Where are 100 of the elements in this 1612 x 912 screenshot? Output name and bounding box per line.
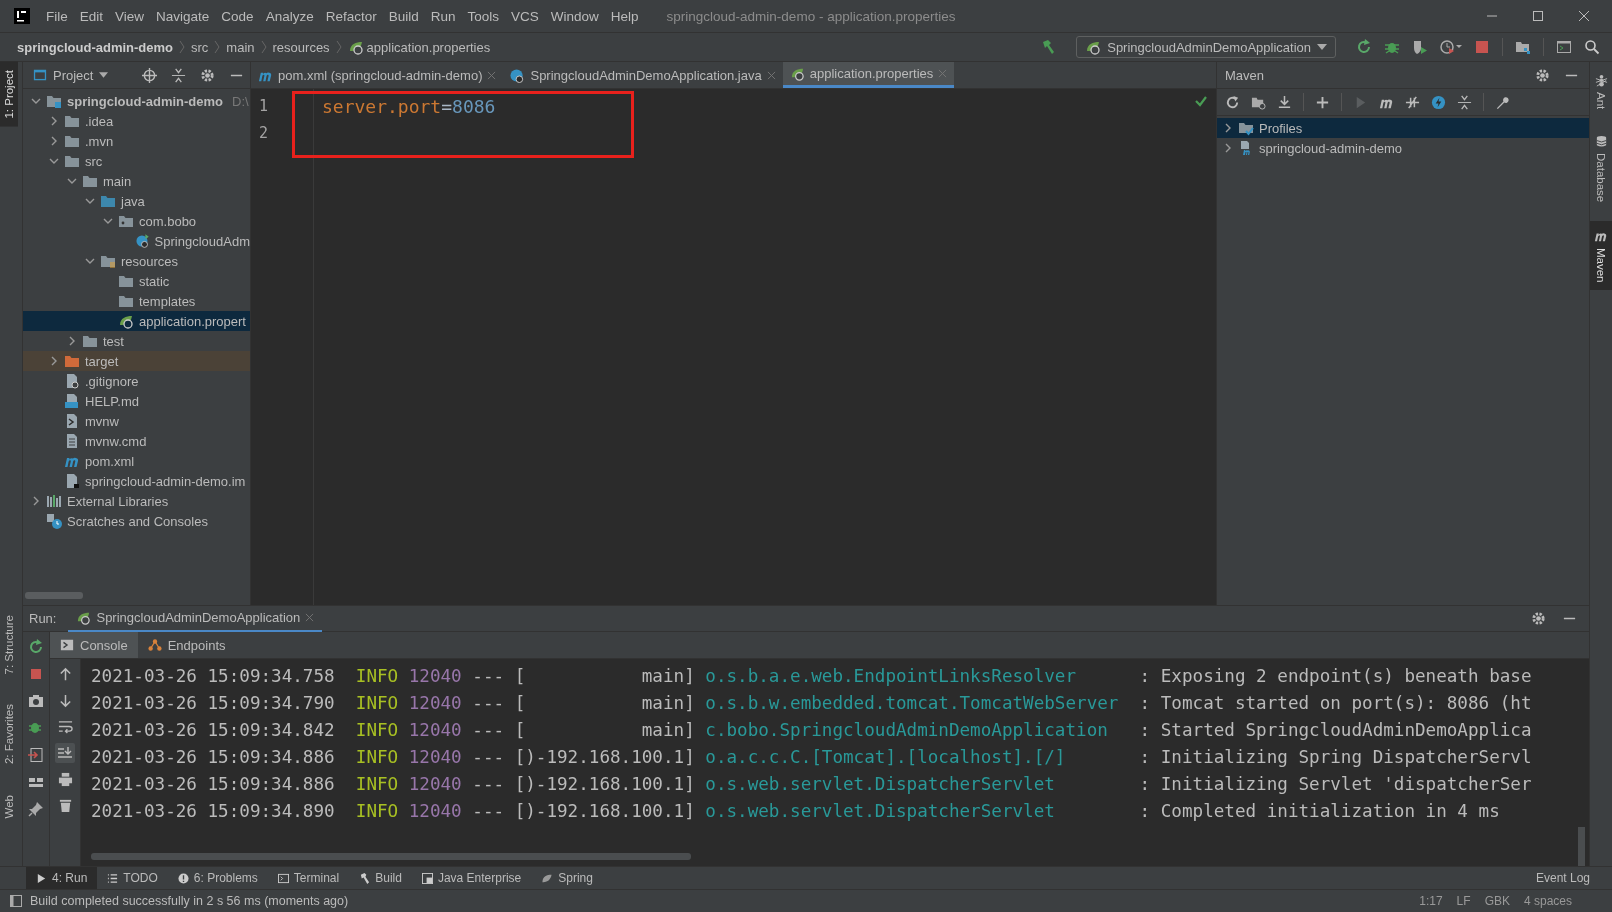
menu-item[interactable]: File <box>40 8 74 24</box>
tool-window-button[interactable]: Java Enterprise <box>411 867 532 889</box>
maximize-icon[interactable] <box>1532 10 1544 22</box>
line-separator[interactable]: LF <box>1456 894 1471 908</box>
stop-icon[interactable] <box>28 666 44 682</box>
profiler-icon[interactable] <box>1440 39 1462 55</box>
tree-item[interactable]: springcloud-admin-demo <box>1217 138 1589 158</box>
terminal-window-icon[interactable] <box>1556 39 1572 55</box>
soft-wrap-icon[interactable] <box>57 719 73 734</box>
shield-play-icon[interactable] <box>1412 39 1428 55</box>
tree-item[interactable]: com.bobo <box>23 211 250 231</box>
tree-item[interactable]: HELP.md <box>23 391 250 411</box>
scrollbar[interactable] <box>91 853 691 860</box>
expanded-chevron-icon[interactable] <box>49 156 59 166</box>
tree-item[interactable]: main <box>23 171 250 191</box>
menu-item[interactable]: Refactor <box>319 8 383 24</box>
expanded-chevron-icon[interactable] <box>31 96 41 106</box>
settings-icon[interactable] <box>1535 67 1550 83</box>
breadcrumb-item[interactable]: resources <box>267 39 335 55</box>
menu-item[interactable]: Window <box>544 8 605 24</box>
crosshair-icon[interactable] <box>142 67 157 83</box>
tool-window-button[interactable]: 6: Problems <box>167 867 268 889</box>
tool-window-button[interactable]: Spring <box>531 867 603 889</box>
expanded-chevron-icon[interactable] <box>85 196 95 206</box>
console-tab[interactable]: Console <box>50 632 138 658</box>
tool-window-button[interactable]: Terminal <box>267 867 350 889</box>
tree-item[interactable]: src <box>23 151 250 171</box>
tree-item[interactable]: Profiles <box>1217 118 1589 138</box>
tool-window-tab[interactable]: Database <box>1590 127 1612 211</box>
event-log-button[interactable]: Event Log <box>1535 871 1612 885</box>
bug-icon[interactable] <box>28 720 44 736</box>
tree-item[interactable]: .idea <box>23 111 250 131</box>
menu-item[interactable]: Code <box>215 8 260 24</box>
editor-tab[interactable]: application.properties <box>782 62 955 88</box>
scroll-to-end-icon[interactable] <box>55 743 75 763</box>
tool-window-tab[interactable]: Ant <box>1590 66 1612 118</box>
toggle-offline-icon[interactable] <box>1405 94 1420 110</box>
tree-item[interactable]: templates <box>23 291 250 311</box>
menu-item[interactable]: Help <box>604 8 645 24</box>
tree-item[interactable]: java <box>23 191 250 211</box>
tree-item[interactable]: SpringcloudAdm <box>23 231 250 251</box>
menu-item[interactable]: Tools <box>461 8 505 24</box>
breadcrumb-item[interactable]: main <box>221 39 260 55</box>
collapsed-chevron-icon[interactable] <box>67 336 77 346</box>
tool-window-tab[interactable]: 2: Favorites <box>0 696 22 773</box>
scrollbar[interactable] <box>25 592 83 599</box>
collapse-all-icon[interactable] <box>171 67 186 83</box>
exit-icon[interactable] <box>28 747 44 763</box>
plus-icon[interactable] <box>1315 94 1330 110</box>
tree-item[interactable]: application.propert <box>23 311 250 331</box>
menu-item[interactable]: View <box>109 8 151 24</box>
tree-item[interactable]: mvnw.cmd <box>23 431 250 451</box>
tree-item[interactable]: .gitignore <box>23 371 250 391</box>
refresh-icon[interactable] <box>1225 94 1240 110</box>
run-configuration-dropdown[interactable]: SpringcloudAdminDemoApplication <box>1076 36 1336 58</box>
collapsed-chevron-icon[interactable] <box>49 116 59 126</box>
print-icon[interactable] <box>57 772 73 787</box>
tree-item[interactable]: static <box>23 271 250 291</box>
menu-item[interactable]: Build <box>382 8 425 24</box>
download-icon[interactable] <box>1277 94 1292 110</box>
pin-icon[interactable] <box>28 801 44 817</box>
editor-tab[interactable]: pom.xml (springcloud-admin-demo) <box>251 62 504 88</box>
expanded-chevron-icon[interactable] <box>67 176 77 186</box>
tool-window-tab[interactable]: 1: Project <box>0 62 18 127</box>
indent-setting[interactable]: 4 spaces <box>1523 894 1572 908</box>
menu-item[interactable]: VCS <box>505 8 545 24</box>
menu-item[interactable]: Edit <box>73 8 110 24</box>
collapsed-chevron-icon[interactable] <box>31 496 41 506</box>
breadcrumb-item[interactable]: src <box>186 39 214 55</box>
tool-window-tab[interactable]: 7: Structure <box>0 607 22 683</box>
panel-toggle-icon[interactable] <box>10 895 22 907</box>
menu-item[interactable]: Navigate <box>150 8 216 24</box>
tool-window-button[interactable]: 4: Run <box>26 867 98 889</box>
hammer-icon[interactable] <box>1040 39 1057 55</box>
collapsed-chevron-icon[interactable] <box>49 356 59 366</box>
breadcrumb-item[interactable]: springcloud-admin-demo <box>12 39 178 55</box>
menu-item[interactable]: Analyze <box>259 8 320 24</box>
tree-item[interactable]: mvnw <box>23 411 250 431</box>
tree-item[interactable]: resources <box>23 251 250 271</box>
tree-item[interactable]: External Libraries <box>23 491 250 511</box>
rerun-icon[interactable] <box>28 639 44 655</box>
expanded-chevron-icon[interactable] <box>103 216 113 226</box>
tree-item[interactable]: target <box>23 351 250 371</box>
project-structure-icon[interactable] <box>1515 39 1531 55</box>
scrollbar[interactable] <box>1578 827 1585 866</box>
console-tab[interactable]: Endpoints <box>137 632 236 658</box>
tree-item[interactable]: .mvn <box>23 131 250 151</box>
tree-item[interactable]: Scratches and Consoles <box>23 511 250 531</box>
menu-item[interactable]: Run <box>424 8 462 24</box>
lightning-icon[interactable] <box>1431 94 1446 110</box>
tool-window-button[interactable]: TODO <box>97 867 168 889</box>
tree-item[interactable]: springcloud-admin-demo.im <box>23 471 250 491</box>
tool-window-button[interactable]: Build <box>349 867 412 889</box>
tool-window-tab[interactable]: Maven <box>1590 220 1612 291</box>
settings-icon[interactable] <box>200 67 215 83</box>
caret-position[interactable]: 1:17 <box>1419 894 1443 908</box>
tool-window-tab[interactable]: Web <box>0 786 22 826</box>
close-icon[interactable] <box>1578 10 1590 22</box>
collapsed-chevron-icon[interactable] <box>49 136 59 146</box>
editor-tab[interactable]: SpringcloudAdminDemoApplication.java <box>503 62 783 88</box>
